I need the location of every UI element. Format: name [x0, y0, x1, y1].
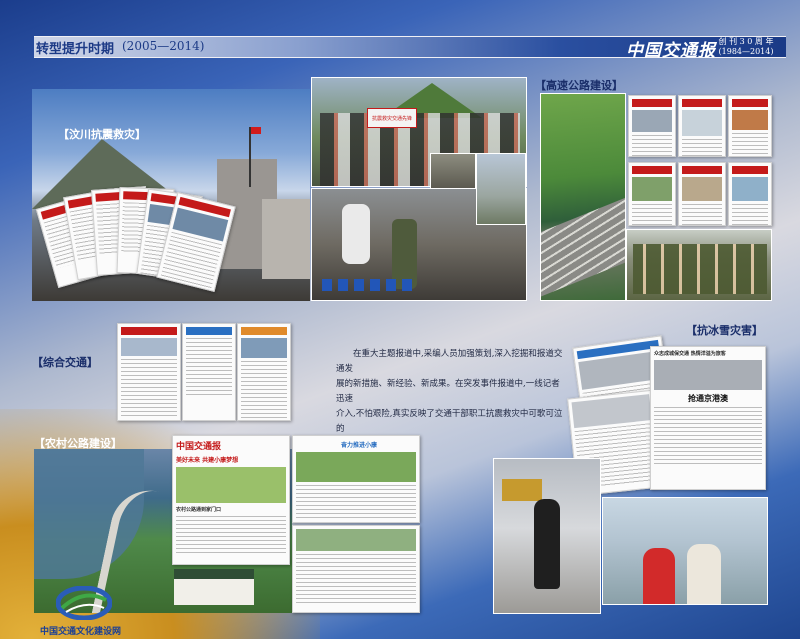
rural-headline: 美好未来 共建小康梦想 [176, 457, 239, 464]
flag-icon [249, 127, 251, 187]
ice-top-headline: 众志成城保交通 热情洋溢为旅客 [654, 351, 726, 357]
highway-lanes [541, 189, 625, 299]
body-line-3: 介入,不怕艰险,真实反映了交通干部职工抗震救灾中可歌可泣的 [336, 409, 563, 434]
person-figure [534, 499, 560, 589]
culture-network-logo-icon [56, 586, 112, 620]
farmhouse-shape [174, 569, 254, 605]
expressway-paper-6 [728, 162, 772, 226]
section-label-wenchuan: 【汶川抗震救灾】 [58, 128, 146, 141]
expressway-aerial-photo [540, 93, 626, 301]
truck-shape [502, 479, 542, 501]
person-red-coat [643, 548, 675, 604]
ice-main-headline: 抢通京港澳 [688, 394, 728, 403]
comprehensive-paper-1 [117, 323, 181, 421]
expressway-paper-5 [678, 162, 726, 226]
anniversary-badge: 创 刊 3 0 周 年 (1984—2014) [708, 37, 784, 57]
ruins-photo [430, 153, 476, 189]
soldiers-group-photo [626, 229, 772, 301]
period-text: (2005—2014) [122, 39, 205, 53]
snow-couple-photo [602, 497, 768, 605]
banner-sign: 抗震救灾交通先锋 [367, 108, 417, 128]
comprehensive-paper-3 [237, 323, 291, 421]
section-label-comprehensive: 【综合交通】 [32, 356, 98, 369]
anniversary-line1: 创 刊 3 0 周 年 [718, 37, 774, 46]
building-shape-2 [262, 199, 310, 279]
rural-paper-bottom [292, 525, 420, 613]
ice-paper-main: 众志成城保交通 热情洋溢为旅客 抢通京港澳 [650, 346, 766, 490]
brand-logo-text: 中国交通报 [626, 41, 716, 61]
expressway-paper-4 [628, 162, 676, 226]
comprehensive-paper-2 [182, 323, 236, 421]
rural-subheadline: 农村公路通到家门口 [176, 507, 222, 513]
page-title: 转型提升时期 [36, 42, 115, 57]
anniversary-line2: (1984—2014) [718, 47, 774, 56]
body-line-2: 展的新措施、新经验、新成果。在突发事件报道中,一线记者迅速 [336, 379, 560, 404]
mountain-tower-photo [476, 153, 526, 225]
section-label-ice-snow: 【抗冰雪灾害】 [686, 324, 763, 337]
soldiers-row [633, 244, 767, 294]
rural-paper-main: 中国交通报 美好未来 共建小康梦想 农村公路通到家门口 [172, 435, 290, 565]
expressway-paper-2 [678, 95, 726, 157]
snow-road-photo [493, 458, 601, 614]
rural-paper-right: 奋力推进小康 [292, 435, 420, 523]
hazmat-worker [342, 204, 370, 264]
rural-grid-headline: 奋力推进小康 [341, 442, 378, 449]
culture-network-text: 中国交通文化建设网 [40, 627, 122, 637]
blue-stools [322, 279, 412, 291]
rural-masthead: 中国交通报 [176, 442, 222, 452]
section-label-expressway: 【高速公路建设】 [535, 79, 623, 92]
person-white-coat [687, 544, 721, 604]
flag-cloth [251, 127, 261, 134]
body-line-1: 在重大主题报道中,采编人员加强策划,深入挖掘和报道交通发 [336, 349, 563, 374]
expressway-paper-3 [728, 95, 772, 157]
expressway-paper-1 [628, 95, 676, 157]
